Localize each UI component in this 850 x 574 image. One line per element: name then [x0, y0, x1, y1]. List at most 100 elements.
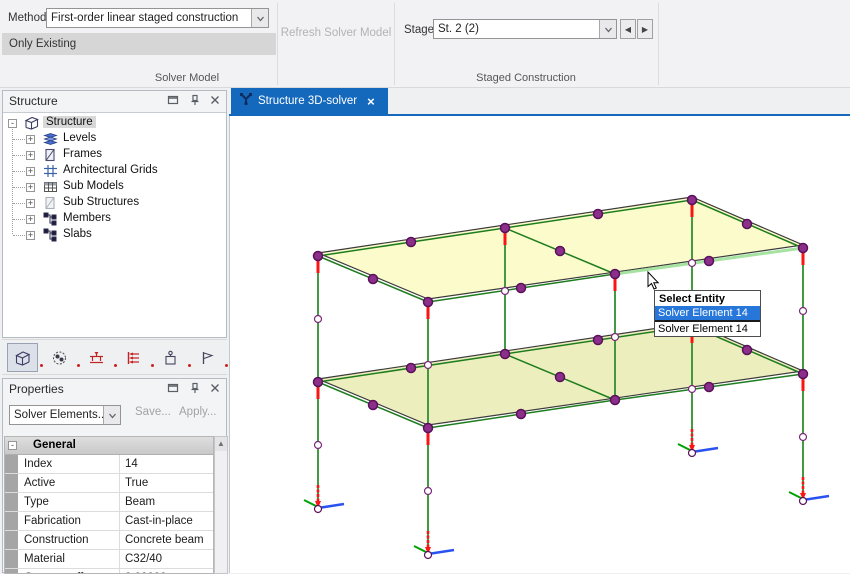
pin-icon[interactable]	[189, 94, 202, 107]
solver-node[interactable]	[367, 273, 379, 285]
maximize-icon[interactable]	[167, 382, 180, 395]
property-section-general[interactable]: - General	[5, 437, 213, 455]
tree-item-slabs[interactable]: + Slabs	[3, 227, 226, 243]
save-button[interactable]: Save...	[135, 406, 171, 418]
supports-filter-button[interactable]	[81, 343, 112, 372]
support-node[interactable]	[423, 550, 433, 560]
solver-node[interactable]	[312, 376, 324, 388]
mid-node[interactable]	[687, 384, 697, 394]
solver-node[interactable]	[405, 236, 417, 248]
solver-node[interactable]	[592, 334, 604, 346]
property-value[interactable]: Cast-in-place	[125, 515, 193, 527]
stage-combobox[interactable]: St. 2 (2)	[433, 19, 617, 39]
dropdown-dot-icon[interactable]	[151, 364, 154, 367]
solver-node[interactable]	[609, 394, 621, 406]
only-existing-button[interactable]: Only Existing	[2, 33, 276, 55]
property-value[interactable]: C32/40	[125, 553, 162, 565]
stage-previous-button[interactable]: ◀	[620, 19, 636, 39]
tree-item-sub-models[interactable]: + Sub Models	[3, 179, 226, 195]
solver-node[interactable]	[741, 344, 753, 356]
mid-node[interactable]	[500, 286, 510, 296]
expand-icon[interactable]: +	[26, 167, 35, 176]
dropdown-dot-icon[interactable]	[114, 364, 117, 367]
expand-icon[interactable]: +	[26, 199, 35, 208]
solver-node[interactable]	[741, 218, 753, 230]
scroll-up-icon[interactable]: ▲	[215, 437, 227, 451]
solver-node[interactable]	[703, 255, 715, 267]
dropdown-dot-icon[interactable]	[225, 364, 228, 367]
stage-next-button[interactable]: ▶	[637, 19, 653, 39]
refresh-solver-model-button[interactable]: Refresh Solver Model	[280, 27, 392, 39]
property-value[interactable]: True	[125, 477, 148, 489]
dropdown-dot-icon[interactable]	[77, 364, 80, 367]
properties-type-combobox[interactable]: Solver Elements...	[9, 405, 121, 425]
solver-3d-scene[interactable]	[230, 115, 850, 573]
solver-node[interactable]	[499, 222, 511, 234]
support-node[interactable]	[687, 448, 697, 458]
solver-node[interactable]	[686, 194, 698, 206]
mid-node[interactable]	[423, 486, 433, 496]
chevron-down-icon[interactable]	[103, 406, 120, 424]
solver-node[interactable]	[405, 362, 417, 374]
expand-icon[interactable]: +	[26, 151, 35, 160]
mid-node[interactable]	[798, 432, 808, 442]
mid-node[interactable]	[610, 332, 620, 342]
loads-filter-button[interactable]	[118, 343, 149, 372]
close-icon[interactable]	[209, 94, 222, 107]
tree-item-structure[interactable]: - Structure	[3, 115, 226, 131]
property-grid-scrollbar[interactable]: ▲	[214, 436, 228, 574]
select-entity-item-selected[interactable]: Solver Element 14	[655, 306, 760, 320]
support-node[interactable]	[313, 504, 323, 514]
solver-node[interactable]	[797, 242, 809, 254]
solver-node[interactable]	[554, 245, 566, 257]
property-value[interactable]: Concrete beam	[125, 534, 204, 546]
collapse-icon[interactable]: -	[8, 119, 17, 128]
method-combobox[interactable]: First-order linear staged construction	[46, 8, 269, 28]
maximize-icon[interactable]	[167, 94, 180, 107]
property-value[interactable]: Beam	[125, 496, 155, 508]
solver-node[interactable]	[609, 268, 621, 280]
tree-item-architectural-grids[interactable]: + Architectural Grids	[3, 163, 226, 179]
solver-node[interactable]	[312, 250, 324, 262]
tree-item-members[interactable]: + Members	[3, 211, 226, 227]
dropdown-dot-icon[interactable]	[40, 364, 43, 367]
releases-filter-button[interactable]	[192, 343, 223, 372]
expand-icon[interactable]: +	[26, 231, 35, 240]
dropdown-dot-icon[interactable]	[188, 364, 191, 367]
point-supports-filter-button[interactable]	[155, 343, 186, 372]
expand-icon[interactable]: +	[26, 183, 35, 192]
mid-node[interactable]	[423, 360, 433, 370]
solver-node[interactable]	[422, 296, 434, 308]
expand-icon[interactable]: +	[26, 215, 35, 224]
solver-node[interactable]	[703, 381, 715, 393]
mid-node[interactable]	[313, 314, 323, 324]
structure-filter-button[interactable]	[7, 343, 38, 372]
sections-filter-button[interactable]	[44, 343, 75, 372]
tab-close-icon[interactable]: ×	[367, 95, 375, 108]
solver-node[interactable]	[367, 399, 379, 411]
mid-node[interactable]	[798, 306, 808, 316]
solver-node[interactable]	[515, 282, 527, 294]
expand-icon[interactable]: +	[26, 135, 35, 144]
apply-button[interactable]: Apply...	[179, 406, 217, 418]
solver-node[interactable]	[554, 371, 566, 383]
tab-structure-3d-solver[interactable]: Structure 3D-solver ×	[231, 88, 388, 114]
pin-icon[interactable]	[189, 382, 202, 395]
select-entity-item[interactable]: Solver Element 14	[655, 322, 760, 336]
support-node[interactable]	[798, 496, 808, 506]
close-icon[interactable]	[209, 382, 222, 395]
tree-item-frames[interactable]: + Frames	[3, 147, 226, 163]
mid-node[interactable]	[313, 440, 323, 450]
chevron-down-icon[interactable]	[251, 9, 268, 27]
solver-node[interactable]	[515, 408, 527, 420]
tree-item-sub-structures[interactable]: + Sub Structures	[3, 195, 226, 211]
solver-node[interactable]	[499, 348, 511, 360]
solver-node[interactable]	[422, 422, 434, 434]
collapse-icon[interactable]: -	[8, 441, 17, 450]
solver-node[interactable]	[797, 368, 809, 380]
chevron-down-icon[interactable]	[599, 20, 616, 38]
mid-node[interactable]	[687, 258, 697, 268]
solver-node[interactable]	[592, 208, 604, 220]
property-value[interactable]: 14	[125, 458, 138, 470]
tree-item-levels[interactable]: + Levels	[3, 131, 226, 147]
